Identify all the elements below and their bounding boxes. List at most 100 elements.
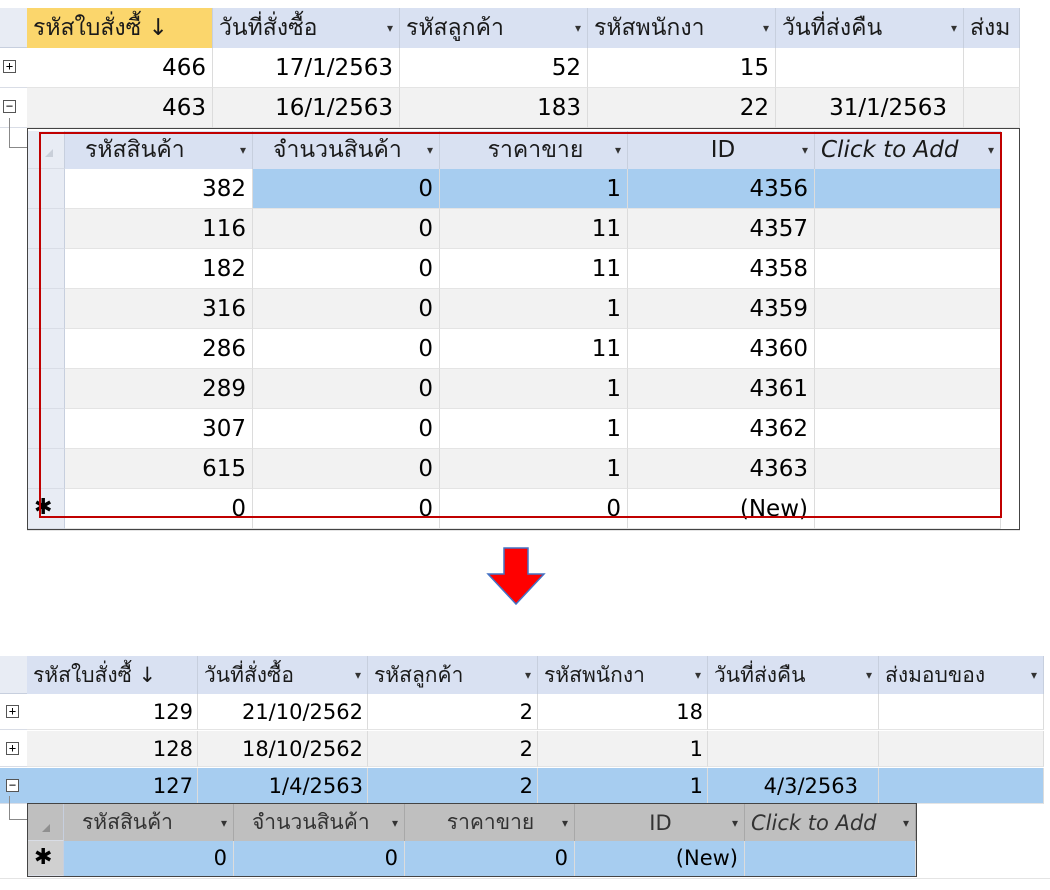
bottom-sub-header-col-5-label: Click to Add bbox=[751, 810, 877, 835]
bottom-cell-r1-c2[interactable]: 21/10/2562 bbox=[198, 694, 368, 730]
collapse-icon[interactable]: − bbox=[6, 779, 19, 792]
top-header-col-4-label: รหัสพนักงา bbox=[594, 15, 705, 41]
bottom-header-col-2[interactable]: วันที่สั่งซื้อ ▾ bbox=[198, 656, 368, 694]
bottom-sub-header-col-5[interactable]: Click to Add ▾ bbox=[745, 804, 916, 841]
bottom-sub-header-col-3-label: ราคาขาย bbox=[446, 810, 535, 834]
top-cell-r2-c3[interactable]: 183 bbox=[400, 88, 588, 128]
chevron-down-icon[interactable]: ▾ bbox=[862, 668, 878, 682]
select-all-icon[interactable] bbox=[42, 824, 50, 832]
top-cell-r2-c2[interactable]: 16/1/2563 bbox=[213, 88, 400, 128]
chevron-down-icon[interactable]: ▾ bbox=[947, 21, 963, 35]
bottom-cell-r2-c1[interactable]: 128 bbox=[27, 731, 198, 767]
top-cell-r1-c3[interactable]: 52 bbox=[400, 48, 588, 88]
bottom-sub-new-cell-c4[interactable]: (New) bbox=[575, 841, 745, 876]
bottom-cell-r3-c5[interactable]: 4/3/2563 bbox=[708, 768, 879, 804]
chevron-down-icon[interactable]: ▾ bbox=[388, 816, 404, 830]
bottom-cell-r3-c1[interactable]: 127 bbox=[27, 768, 198, 804]
bottom-cell-r2-c5[interactable] bbox=[708, 731, 879, 767]
top-header-col-5-label: วันที่ส่งคืน bbox=[782, 15, 883, 41]
bottom-header-col-5[interactable]: วันที่ส่งคืน ▾ bbox=[708, 656, 879, 694]
bottom-cell-r3-c3[interactable]: 2 bbox=[368, 768, 538, 804]
top-cell-r1-c1[interactable]: 466 bbox=[27, 48, 213, 88]
bottom-sub-new-cell-c2[interactable]: 0 bbox=[234, 841, 405, 876]
chevron-down-icon[interactable]: ▾ bbox=[571, 21, 587, 35]
top-subdatasheet-tree-line bbox=[9, 118, 27, 148]
bottom-header-col-5-label: วันที่ส่งคืน bbox=[714, 662, 806, 687]
bottom-cell-r2-c4[interactable]: 1 bbox=[538, 731, 708, 767]
bottom-cell-r1-c4[interactable]: 18 bbox=[538, 694, 708, 730]
bottom-sub-new-cell-c3[interactable]: 0 bbox=[405, 841, 575, 876]
bottom-sub-new-cell-c5[interactable] bbox=[745, 841, 916, 876]
top-cell-r2-c4[interactable]: 22 bbox=[588, 88, 776, 128]
bottom-sub-header-col-3[interactable]: ราคาขาย ▾ bbox=[405, 804, 575, 841]
bottom-sub-new-cell-c1[interactable]: 0 bbox=[64, 841, 234, 876]
bottom-header-col-3[interactable]: รหัสลูกค้า ▾ bbox=[368, 656, 538, 694]
bottom-header-col-6[interactable]: ส่งมอบของ ▾ bbox=[879, 656, 1044, 694]
bottom-partial-row bbox=[0, 878, 1050, 890]
bottom-top-border bbox=[0, 640, 1050, 656]
bottom-sub-header-col-1[interactable]: รหัสสินค้า ▾ bbox=[64, 804, 234, 841]
bottom-cell-r3-c2[interactable]: 1/4/2563 bbox=[198, 768, 368, 804]
bottom-sub-corner bbox=[28, 804, 64, 841]
bottom-cell-r2-c3[interactable]: 2 bbox=[368, 731, 538, 767]
bottom-cell-r1-c5[interactable] bbox=[708, 694, 879, 730]
bottom-subdatasheet-tree-line bbox=[9, 796, 27, 820]
bottom-header-col-2-label: วันที่สั่งซื้อ bbox=[204, 662, 294, 687]
chevron-down-icon[interactable]: ▾ bbox=[1027, 668, 1043, 682]
bottom-header-col-4[interactable]: รหัสพนักงา ▾ bbox=[538, 656, 708, 694]
top-header-col-3[interactable]: รหัสลูกค้า ▾ bbox=[400, 8, 588, 48]
top-cell-r1-c6[interactable] bbox=[964, 48, 1020, 88]
chevron-down-icon[interactable]: ▾ bbox=[728, 816, 744, 830]
bottom-header-col-6-label: ส่งมอบของ bbox=[885, 662, 986, 687]
chevron-down-icon[interactable]: ▾ bbox=[217, 816, 233, 830]
top-highlight-box bbox=[39, 132, 1002, 518]
top-header-col-6[interactable]: ส่งม bbox=[964, 8, 1020, 48]
collapse-icon[interactable]: − bbox=[3, 100, 16, 113]
chevron-down-icon[interactable]: ▾ bbox=[899, 816, 915, 830]
bottom-header-col-4-label: รหัสพนักงา bbox=[544, 662, 645, 687]
bottom-sub-header-col-4-label: ID bbox=[649, 810, 672, 835]
bottom-cell-r1-c6[interactable] bbox=[879, 694, 1044, 730]
bottom-header-corner bbox=[0, 656, 27, 694]
bottom-sub-header-col-1-label: รหัสสินค้า bbox=[82, 810, 173, 834]
chevron-down-icon[interactable]: ▾ bbox=[759, 21, 775, 35]
bottom-cell-r3-c6[interactable] bbox=[879, 768, 1044, 804]
expand-icon[interactable]: + bbox=[6, 705, 19, 718]
expand-icon[interactable]: + bbox=[6, 742, 19, 755]
top-cell-r2-c5[interactable]: 31/1/2563 bbox=[776, 88, 964, 128]
bottom-header-col-3-label: รหัสลูกค้า bbox=[374, 662, 464, 687]
top-header-col-4[interactable]: รหัสพนักงา ▾ bbox=[588, 8, 776, 48]
bottom-header-col-1[interactable]: รหัสใบสั่งซื้ ↓ bbox=[27, 656, 198, 694]
top-header-col-5[interactable]: วันที่ส่งคืน ▾ bbox=[776, 8, 964, 48]
bottom-cell-r3-c4[interactable]: 1 bbox=[538, 768, 708, 804]
chevron-down-icon[interactable]: ▾ bbox=[351, 668, 367, 682]
top-cell-r1-c4[interactable]: 15 bbox=[588, 48, 776, 88]
top-cell-r1-c2[interactable]: 17/1/2563 bbox=[213, 48, 400, 88]
top-cell-r2-c1[interactable]: 463 bbox=[27, 88, 213, 128]
bottom-sub-header-col-2[interactable]: จำนวนสินค้า ▾ bbox=[234, 804, 405, 841]
top-header-strip bbox=[0, 0, 1020, 8]
top-cell-r2-c6[interactable] bbox=[964, 88, 1020, 128]
bottom-cell-r2-c6[interactable] bbox=[879, 731, 1044, 767]
chevron-down-icon[interactable]: ▾ bbox=[558, 816, 574, 830]
top-header-col-3-label: รหัสลูกค้า bbox=[406, 15, 504, 41]
top-header-col-1[interactable]: รหัสใบสั่งซื้ ↓ bbox=[27, 8, 213, 48]
top-header-col-2-label: วันที่สั่งซื้อ bbox=[219, 15, 318, 41]
down-arrow-icon bbox=[486, 547, 546, 606]
bottom-cell-r1-c1[interactable]: 129 bbox=[27, 694, 198, 730]
bottom-sub-header-col-4[interactable]: ID ▾ bbox=[575, 804, 745, 841]
top-header-col-6-label: ส่งม bbox=[970, 15, 1011, 41]
bottom-cell-r1-c3[interactable]: 2 bbox=[368, 694, 538, 730]
top-header-col-1-label: รหัสใบสั่งซื้ ↓ bbox=[33, 15, 168, 41]
chevron-down-icon[interactable]: ▾ bbox=[383, 21, 399, 35]
chevron-down-icon[interactable]: ▾ bbox=[691, 668, 707, 682]
bottom-cell-r2-c2[interactable]: 18/10/2562 bbox=[198, 731, 368, 767]
expand-icon[interactable]: + bbox=[3, 60, 16, 73]
bottom-header-col-1-label: รหัสใบสั่งซื้ ↓ bbox=[33, 662, 157, 687]
chevron-down-icon[interactable]: ▾ bbox=[521, 668, 537, 682]
top-header-corner bbox=[0, 8, 27, 48]
top-header-col-2[interactable]: วันที่สั่งซื้อ ▾ bbox=[213, 8, 400, 48]
top-partial-row bbox=[27, 530, 1020, 542]
new-record-icon: ✱ bbox=[34, 845, 53, 870]
top-cell-r1-c5[interactable] bbox=[776, 48, 964, 88]
